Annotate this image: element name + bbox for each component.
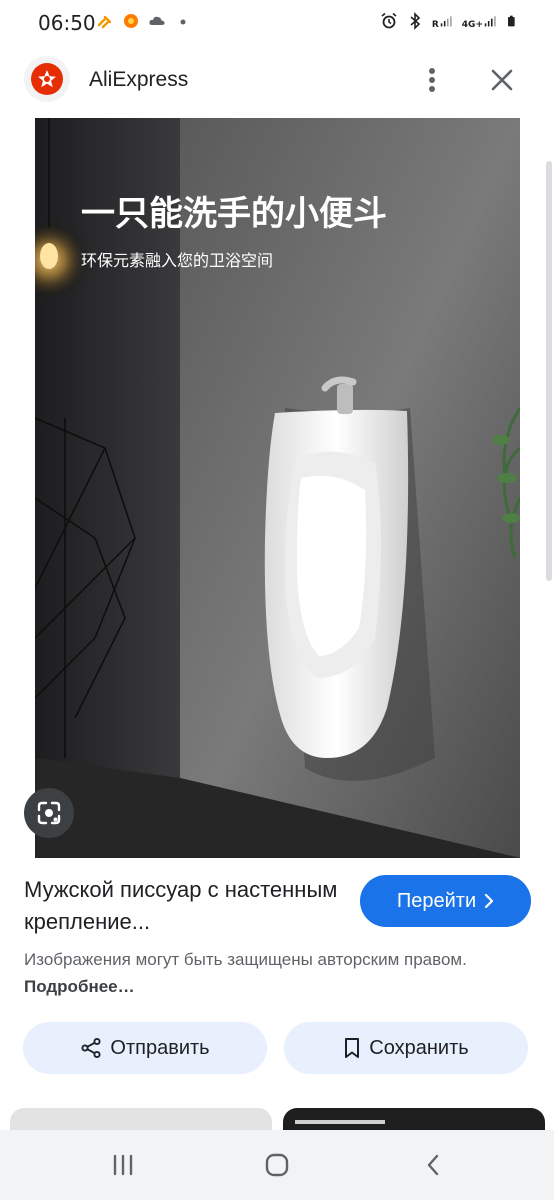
signal-icon xyxy=(484,16,496,27)
learn-more-link[interactable]: Подробнее… xyxy=(24,977,135,996)
app-title: AliExpress xyxy=(89,68,189,91)
aliexpress-logo xyxy=(24,56,70,102)
recent-apps-icon[interactable] xyxy=(108,1150,138,1180)
bluetooth-icon xyxy=(410,12,421,30)
scrollbar[interactable] xyxy=(546,161,552,581)
aliexpress-logo-icon xyxy=(31,63,63,95)
dot-icon xyxy=(180,19,186,25)
visit-button[interactable]: Перейти xyxy=(360,875,531,927)
google-lens-icon[interactable] xyxy=(24,788,74,838)
alarm-icon xyxy=(381,12,397,29)
save-button[interactable]: Сохранить xyxy=(284,1022,528,1074)
system-icons: R 4G+ xyxy=(380,12,518,30)
battery-icon xyxy=(508,15,515,27)
copyright-notice: Изображения могут быть защищены авторски… xyxy=(24,946,524,1000)
link-icon xyxy=(97,15,112,29)
app-header: AliExpress xyxy=(0,44,554,116)
notification-icons xyxy=(96,12,192,30)
save-button-label: Сохранить xyxy=(369,1036,469,1059)
signal-icon xyxy=(440,16,452,27)
share-button-label: Отправить xyxy=(110,1036,210,1059)
cloud-icon xyxy=(149,16,165,25)
product-title[interactable]: Мужской писсуар с настенным крепление... xyxy=(24,874,344,938)
bookmark-icon xyxy=(345,1038,360,1058)
app-notification-icon xyxy=(124,14,138,28)
back-icon[interactable] xyxy=(418,1150,448,1180)
close-icon[interactable] xyxy=(486,64,518,96)
signal-2: 4G+ xyxy=(462,12,498,30)
image-viewer: 一只能洗手的小便斗 环保元素融入您的卫浴空间 xyxy=(0,116,554,858)
status-bar: 06:50 R 4G+ xyxy=(0,0,554,44)
share-icon xyxy=(81,1037,101,1059)
copyright-text: Изображения могут быть защищены авторски… xyxy=(24,950,467,969)
related-card-header-strip xyxy=(295,1120,385,1124)
home-icon[interactable] xyxy=(262,1150,292,1180)
status-time: 06:50 xyxy=(38,11,96,35)
share-button[interactable]: Отправить xyxy=(23,1022,267,1074)
more-vert-icon[interactable] xyxy=(418,64,446,96)
visit-button-label: Перейти xyxy=(396,889,477,912)
chevron-right-icon xyxy=(485,894,494,908)
overlay-subtitle: 环保元素融入您的卫浴空间 xyxy=(81,251,273,270)
overlay-title: 一只能洗手的小便斗 xyxy=(81,194,387,234)
product-image[interactable]: 一只能洗手的小便斗 环保元素融入您的卫浴空间 xyxy=(35,118,520,858)
system-nav-bar xyxy=(0,1130,554,1200)
signal-1: R xyxy=(432,12,454,30)
